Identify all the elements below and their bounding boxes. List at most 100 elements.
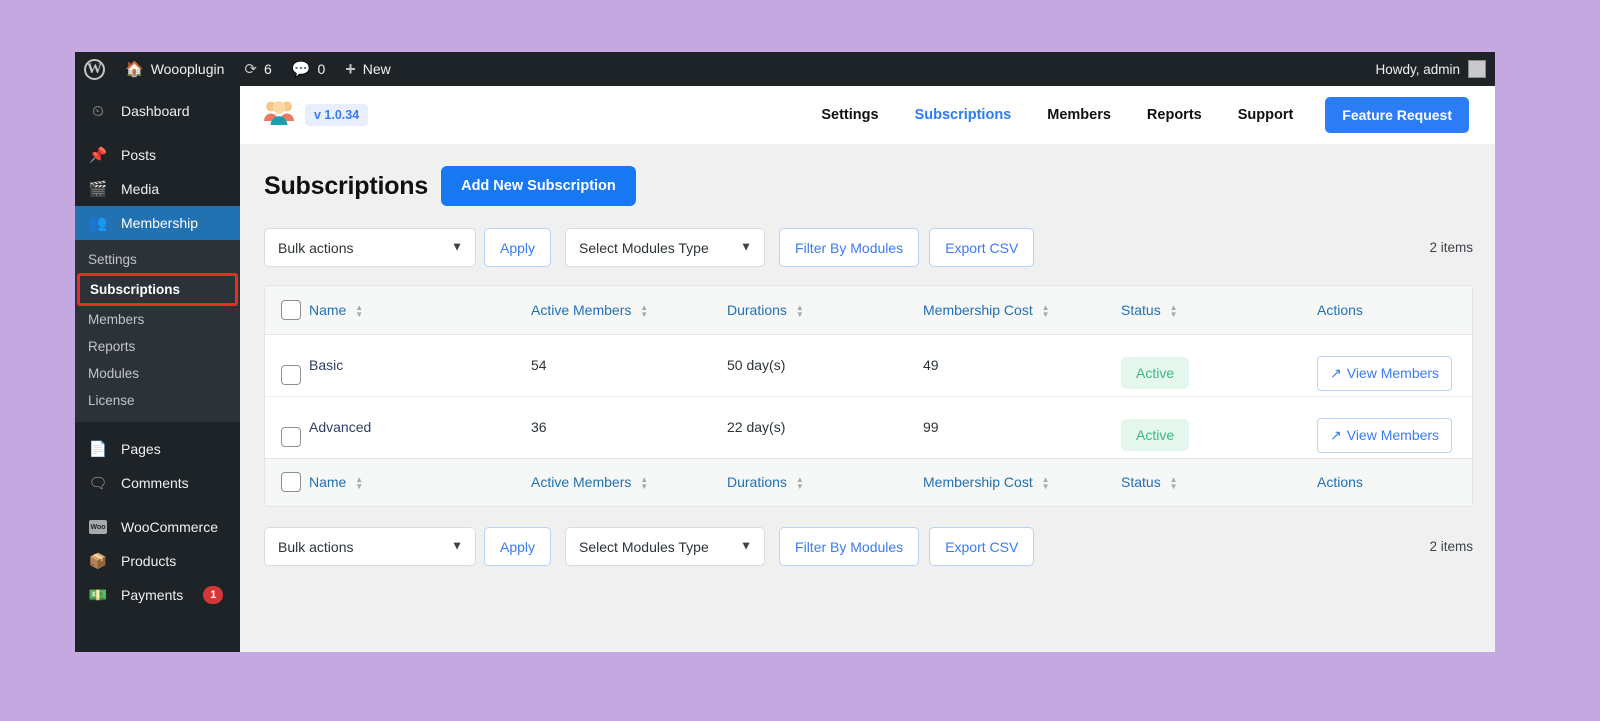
site-name-label: Woooplugin xyxy=(150,61,225,77)
table-footer-row: Name ▲ ▼ Active Members ▲ ▼ Durations ▲ ▼ xyxy=(265,457,1472,506)
column-footer-membership-cost[interactable]: Membership Cost ▲ ▼ xyxy=(923,457,1121,506)
column-header-durations[interactable]: Durations ▲ ▼ xyxy=(727,286,923,335)
row-checkbox[interactable] xyxy=(281,427,301,447)
sort-icon: ▲ ▼ xyxy=(640,475,649,492)
add-new-subscription-button[interactable]: Add New Subscription xyxy=(441,166,636,206)
sort-icon: ▲ ▼ xyxy=(1041,302,1050,319)
items-count-top: 2 items xyxy=(1429,240,1473,255)
cell-name: Advanced xyxy=(309,419,372,435)
column-label: Name xyxy=(309,301,347,318)
apply-button-bottom[interactable]: Apply xyxy=(484,527,552,566)
sidebar-item-payments[interactable]: 💵 Payments 1 xyxy=(75,578,240,612)
column-header-actions: Actions xyxy=(1317,286,1472,335)
column-footer-durations[interactable]: Durations ▲ ▼ xyxy=(727,457,923,506)
cell-actions: ↗ View Members xyxy=(1317,334,1472,397)
sidebar-item-media[interactable]: 🎬 Media xyxy=(75,172,240,206)
membership-submenu: Settings Subscriptions Members Reports M… xyxy=(75,240,240,422)
admin-sidebar-menu: ⏲ Dashboard 📌 Posts 🎬 Media 👥 Membership… xyxy=(75,86,248,652)
wp-logo-menu[interactable]: W xyxy=(75,52,115,86)
submenu-item-modules[interactable]: Modules xyxy=(75,360,240,387)
bulk-actions-select-wrap-bottom: Bulk actions ▼ xyxy=(264,527,476,566)
pages-icon: 📄 xyxy=(88,441,108,458)
sidebar-item-membership[interactable]: 👥 Membership xyxy=(75,206,248,240)
arrow-up-right-icon: ↗ xyxy=(1330,364,1342,381)
home-icon: 🏠 xyxy=(125,60,144,78)
plugin-version-badge: v 1.0.34 xyxy=(305,104,369,126)
sidebar-item-pages[interactable]: 📄 Pages xyxy=(75,432,240,466)
comments-menu[interactable]: 💬 0 xyxy=(282,52,335,86)
modules-type-select[interactable]: Select Modules Type xyxy=(565,228,766,267)
view-members-button[interactable]: ↗ View Members xyxy=(1317,355,1453,391)
column-header-status[interactable]: Status ▲ ▼ xyxy=(1121,286,1317,335)
plus-icon: + xyxy=(345,59,356,79)
submenu-item-settings[interactable]: Settings xyxy=(75,246,240,273)
filter-by-modules-button-bottom[interactable]: Filter By Modules xyxy=(779,527,920,566)
sidebar-item-products[interactable]: 📦 Products xyxy=(75,544,240,578)
submenu-item-license[interactable]: License xyxy=(75,387,240,414)
column-label: Membership Cost xyxy=(923,301,1033,318)
submenu-item-reports[interactable]: Reports xyxy=(75,333,240,360)
view-members-button[interactable]: ↗ View Members xyxy=(1317,417,1453,453)
plugin-brand: v 1.0.34 xyxy=(262,99,369,132)
select-all-checkbox-top[interactable] xyxy=(281,299,301,320)
updates-menu[interactable]: ⟳ 6 xyxy=(234,52,281,86)
select-all-checkbox-bottom[interactable] xyxy=(281,472,301,493)
apply-button-top[interactable]: Apply xyxy=(484,228,552,267)
column-header-membership-cost[interactable]: Membership Cost ▲ ▼ xyxy=(923,286,1121,335)
sidebar-item-comments[interactable]: 🗨 Comments xyxy=(75,466,240,500)
cell-active-members: 36 xyxy=(531,419,547,435)
avatar xyxy=(1468,60,1486,78)
sort-icon: ▲ ▼ xyxy=(640,302,649,319)
view-members-label: View Members xyxy=(1346,365,1440,381)
media-icon: 🎬 xyxy=(88,181,108,198)
sidebar-item-label: Pages xyxy=(121,441,161,457)
new-content-menu[interactable]: + New xyxy=(335,52,401,86)
woo-icon: Woo xyxy=(88,517,108,537)
column-footer-name[interactable]: Name ▲ ▼ xyxy=(309,457,531,506)
page-title-row: Subscriptions Add New Subscription xyxy=(264,166,1473,206)
plugin-content-area: v 1.0.34 Settings Subscriptions Members … xyxy=(240,86,1495,652)
cell-status: Active xyxy=(1121,396,1317,458)
tab-support[interactable]: Support xyxy=(1220,107,1312,123)
submenu-item-members[interactable]: Members xyxy=(75,306,240,333)
feature-request-button[interactable]: Feature Request xyxy=(1325,97,1469,133)
sidebar-item-posts[interactable]: 📌 Posts xyxy=(75,138,240,172)
submenu-item-subscriptions[interactable]: Subscriptions xyxy=(77,273,238,306)
modules-type-select-bottom[interactable]: Select Modules Type xyxy=(565,527,766,566)
page-body: Subscriptions Add New Subscription Bulk … xyxy=(240,144,1495,566)
plugin-header-bar: v 1.0.34 Settings Subscriptions Members … xyxy=(240,86,1495,144)
cell-duration: 22 day(s) xyxy=(727,419,786,435)
subscriptions-table: Name ▲ ▼ Active Members ▲ ▼ Durations ▲ ▼ xyxy=(265,286,1472,506)
column-footer-status[interactable]: Status ▲ ▼ xyxy=(1121,457,1317,506)
sidebar-divider xyxy=(75,422,240,432)
sidebar-item-label: Media xyxy=(121,181,160,197)
column-label: Status xyxy=(1121,474,1161,491)
items-count-bottom: 2 items xyxy=(1429,539,1473,554)
row-select-cell xyxy=(265,396,309,458)
site-name-menu[interactable]: 🏠 Woooplugin xyxy=(115,52,234,86)
tab-subscriptions[interactable]: Subscriptions xyxy=(897,107,1030,123)
column-footer-active-members[interactable]: Active Members ▲ ▼ xyxy=(531,457,727,506)
column-label: Durations xyxy=(727,301,787,318)
column-label: Durations xyxy=(727,474,787,491)
table-body: Basic 54 50 day(s) 49 Active ↗ View Memb… xyxy=(265,334,1472,458)
cell-status: Active xyxy=(1121,334,1317,397)
tab-reports[interactable]: Reports xyxy=(1129,107,1220,123)
howdy-menu[interactable]: Howdy, admin xyxy=(1375,60,1495,78)
export-csv-button-bottom[interactable]: Export CSV xyxy=(929,527,1035,566)
bulk-actions-select[interactable]: Bulk actions xyxy=(264,228,476,267)
dashboard-icon: ⏲ xyxy=(92,102,104,120)
bulk-actions-select-bottom[interactable]: Bulk actions xyxy=(264,527,476,566)
column-header-active-members[interactable]: Active Members ▲ ▼ xyxy=(531,286,727,335)
sidebar-item-dashboard[interactable]: ⏲ Dashboard xyxy=(75,94,240,128)
tab-settings[interactable]: Settings xyxy=(803,107,896,123)
export-csv-button-top[interactable]: Export CSV xyxy=(929,228,1035,267)
products-icon: 📦 xyxy=(88,553,108,570)
tab-members[interactable]: Members xyxy=(1029,107,1129,123)
comments-count: 0 xyxy=(317,61,326,77)
membership-people-logo-icon xyxy=(262,99,296,132)
sidebar-item-woocommerce[interactable]: Woo WooCommerce xyxy=(75,510,240,544)
column-header-name[interactable]: Name ▲ ▼ xyxy=(309,286,531,335)
filter-by-modules-button-top[interactable]: Filter By Modules xyxy=(779,228,920,267)
row-checkbox[interactable] xyxy=(281,365,301,385)
